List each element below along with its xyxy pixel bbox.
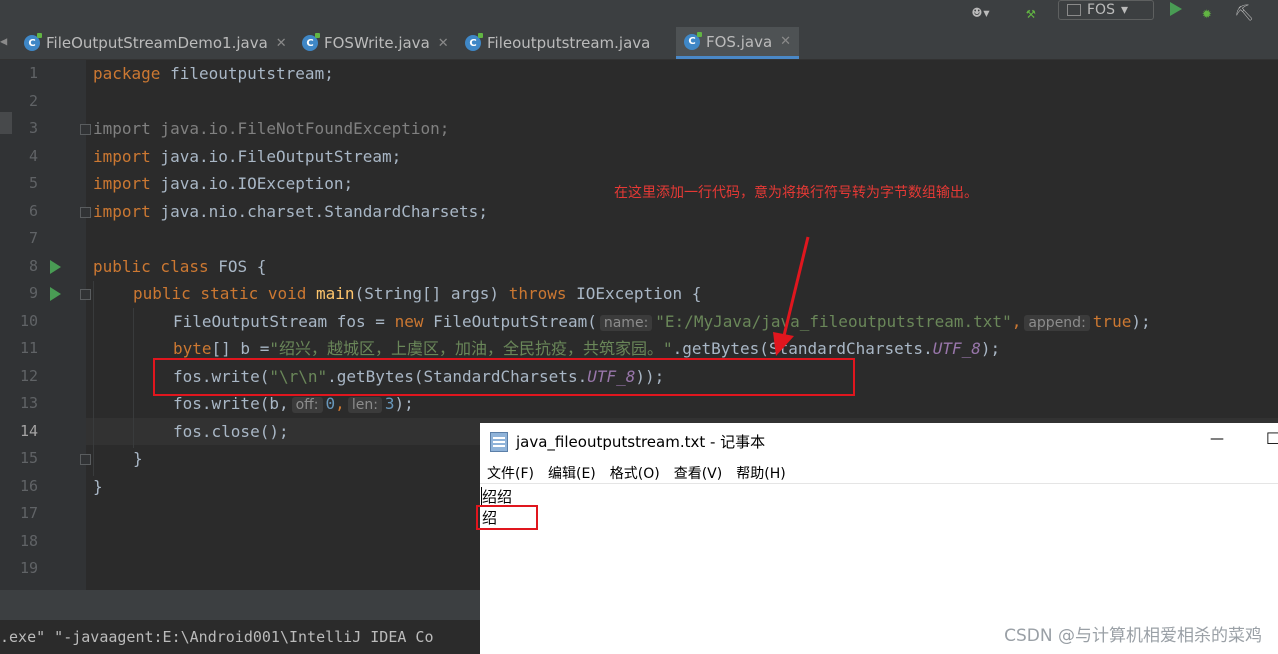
code-line-5: import java.io.IOException;	[93, 174, 354, 193]
code-line-6: import java.nio.charset.StandardCharsets…	[93, 202, 488, 221]
tab-fileoutputstreamdemo1[interactable]: C FileOutputStreamDemo1.java ✕	[24, 27, 287, 59]
line-number: 18	[19, 531, 38, 550]
param-hint: off:	[291, 397, 323, 413]
line-number: 6	[28, 201, 38, 220]
line-number: 4	[28, 146, 38, 165]
line-number: 16	[19, 476, 38, 495]
line-number: 5	[28, 174, 38, 192]
build-hammer-icon[interactable]: ⚒	[1026, 3, 1036, 22]
notepad-icon	[490, 431, 508, 452]
line-number: 9	[28, 284, 38, 302]
line-number: 17	[19, 504, 38, 522]
fold-icon[interactable]	[80, 454, 91, 465]
tab-foswrite[interactable]: C FOSWrite.java ✕	[302, 27, 449, 59]
menu-edit[interactable]: 编辑(E)	[548, 463, 596, 483]
java-class-icon: C	[684, 31, 702, 50]
notepad-menu-bar: 文件(F) 编辑(E) 格式(O) 查看(V) 帮助(H)	[487, 463, 786, 483]
annotation-arrow	[773, 236, 810, 356]
java-class-icon: C	[465, 33, 483, 51]
run-config-icon	[1067, 4, 1081, 16]
fold-icon[interactable]	[80, 207, 91, 218]
line-number: 3	[28, 119, 38, 137]
menu-view[interactable]: 查看(V)	[674, 463, 723, 483]
menu-format[interactable]: 格式(O)	[610, 463, 660, 483]
notepad-title: java_fileoutputstream.txt - 记事本	[516, 433, 766, 451]
code-line-9: public static void main(String[] args) t…	[133, 284, 702, 303]
watermark: CSDN @与计算机相爱相杀的菜鸡	[1004, 626, 1262, 646]
run-icon[interactable]	[1170, 2, 1182, 16]
close-icon[interactable]: ✕	[438, 36, 449, 51]
java-class-icon: C	[302, 33, 320, 51]
param-hint: len:	[347, 397, 382, 413]
line-number: 14	[19, 421, 38, 440]
code-line-10: FileOutputStream fos = new FileOutputStr…	[173, 312, 1151, 331]
line-number: 13	[19, 394, 38, 412]
main-toolbar: ☻▾ ⚒ FOS ▾ ✹ ⛏	[0, 0, 1278, 27]
run-main-icon[interactable]	[50, 287, 61, 301]
tab-label: FOS.java	[706, 32, 773, 51]
user-icon[interactable]: ☻▾	[972, 3, 991, 22]
notepad-title-bar: java_fileoutputstream.txt - 记事本	[490, 431, 765, 452]
text-cursor	[481, 487, 482, 506]
fold-icon[interactable]	[80, 124, 91, 135]
tab-scroll-left-icon[interactable]: ◀	[0, 34, 7, 48]
code-line-16: }	[93, 477, 103, 496]
highlight-box-code	[153, 358, 855, 396]
line-number: 19	[19, 559, 38, 577]
highlight-box-output	[476, 505, 538, 530]
console-output: .exe" "-javaagent:E:\Android001\IntelliJ…	[0, 628, 434, 646]
tab-label: Fileoutputstream.java	[487, 34, 651, 52]
indent-guide	[93, 281, 94, 476]
tab-fileoutputstream[interactable]: C Fileoutputstream.java	[465, 27, 650, 59]
code-line-15: }	[133, 449, 143, 468]
line-number: 11	[19, 339, 38, 357]
indent-guide	[133, 308, 134, 448]
code-line-3: import java.io.FileNotFoundException;	[93, 119, 450, 138]
code-line-4: import java.io.FileOutputStream;	[93, 147, 402, 166]
chevron-down-icon: ▾	[1120, 2, 1128, 18]
param-hint: name:	[599, 315, 653, 331]
editor-tab-bar: ◀ C FileOutputStreamDemo1.java ✕ C FOSWr…	[0, 27, 1278, 60]
line-number: 1	[28, 64, 38, 82]
code-line-14: fos.close();	[173, 422, 289, 441]
debug-bug-icon[interactable]: ✹	[1202, 3, 1212, 22]
code-line-8: public class FOS {	[93, 257, 267, 276]
run-class-icon[interactable]	[50, 260, 61, 274]
line-number: 15	[19, 449, 38, 467]
tab-label: FOSWrite.java	[324, 34, 430, 52]
line-number: 7	[28, 229, 38, 247]
close-icon[interactable]: ✕	[780, 34, 791, 49]
param-hint: append:	[1024, 315, 1090, 331]
menu-help[interactable]: 帮助(H)	[736, 463, 785, 483]
notepad-window[interactable]: java_fileoutputstream.txt - 记事本 — ☐ 文件(F…	[476, 423, 1278, 654]
line-number: 12	[19, 366, 38, 385]
minimize-button[interactable]: —	[1210, 431, 1224, 447]
annotation-text: 在这里添加一行代码，意为将换行符号转为字节数组输出。	[614, 185, 978, 201]
menu-file[interactable]: 文件(F)	[487, 463, 534, 483]
run-config-label: FOS	[1087, 2, 1115, 18]
tab-fos[interactable]: C FOS.java ✕	[676, 27, 800, 59]
maximize-button[interactable]: ☐	[1266, 429, 1278, 448]
code-line-1: package fileoutputstream;	[93, 64, 334, 83]
coverage-shield-icon[interactable]: ⛏	[1234, 3, 1254, 22]
tab-label: FileOutputStreamDemo1.java	[46, 34, 268, 52]
line-number: 8	[28, 256, 38, 275]
java-class-icon: C	[24, 33, 42, 51]
fold-icon[interactable]	[80, 289, 91, 300]
line-number: 10	[19, 311, 38, 330]
close-icon[interactable]: ✕	[276, 36, 287, 51]
text-line-1: 绍绍	[482, 488, 513, 506]
line-number: 2	[28, 91, 38, 110]
run-config-select[interactable]: FOS ▾	[1058, 0, 1154, 20]
